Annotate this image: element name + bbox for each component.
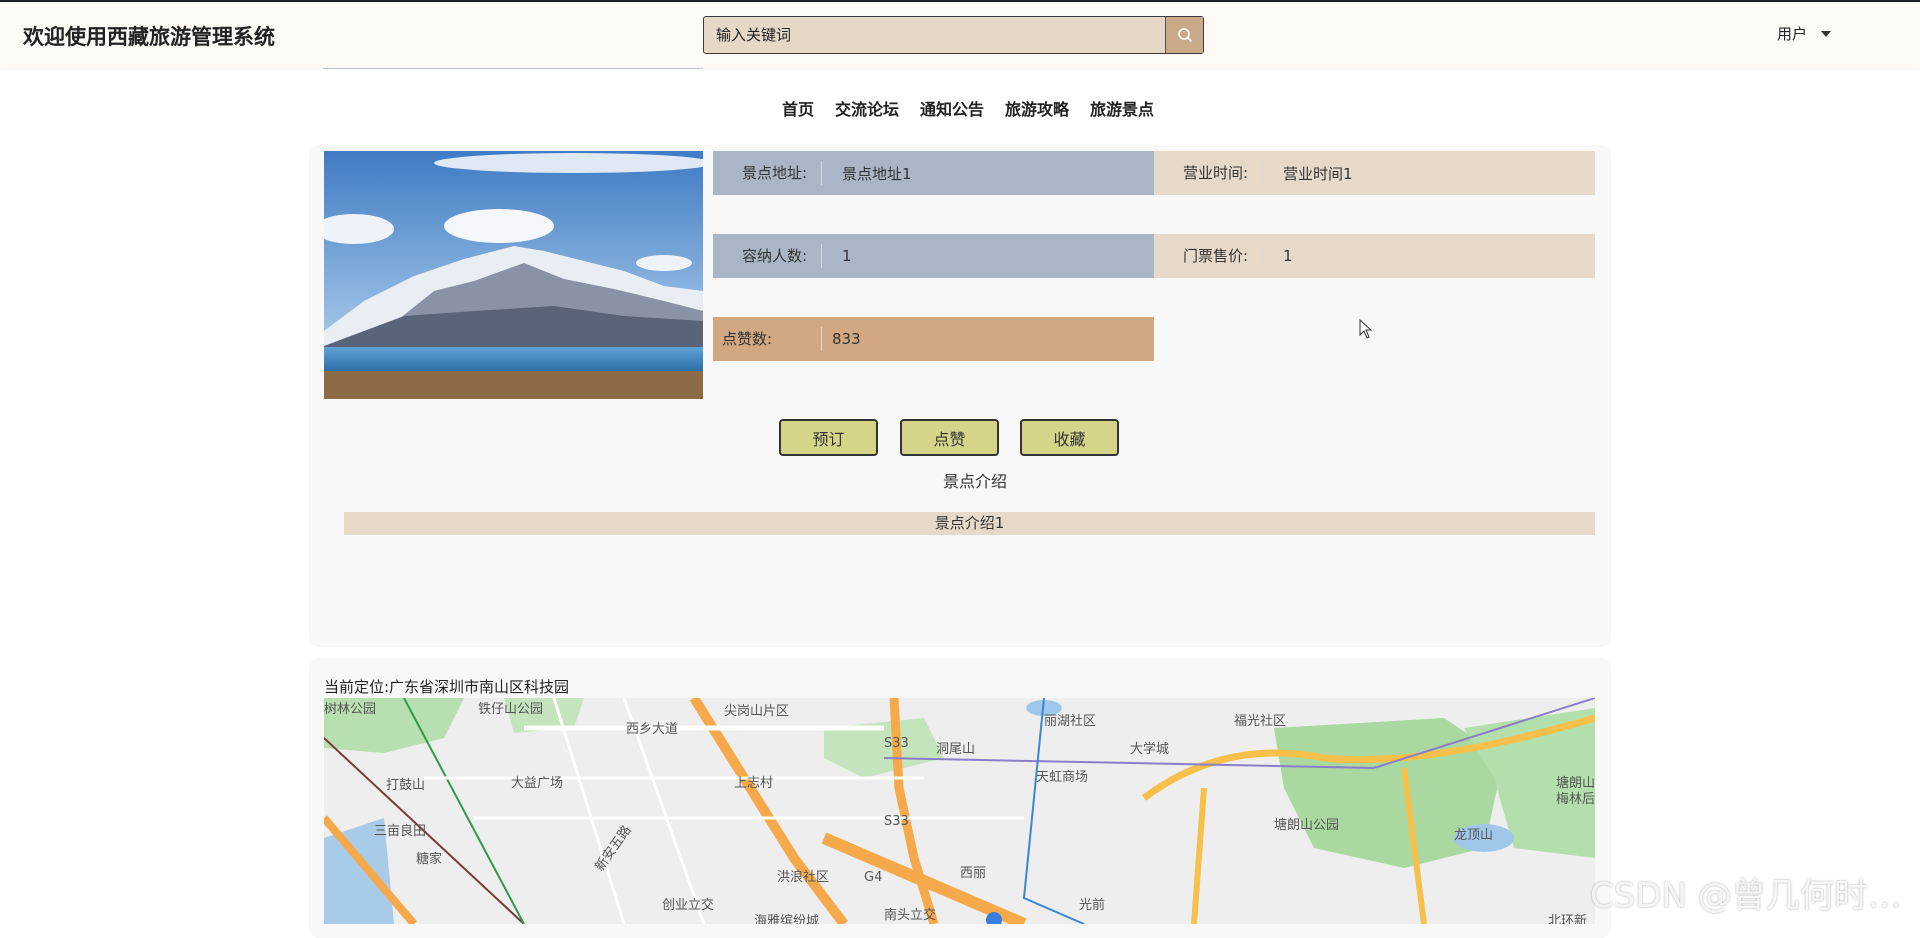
watermark: CSDN @曾几何时… xyxy=(1590,876,1902,916)
map-label: 糖家 xyxy=(416,852,443,867)
map-label: 梅林后 xyxy=(1556,792,1595,807)
top-bar: 欢迎使用西藏旅游管理系统 用户 xyxy=(0,0,1920,68)
field-ticket-price: 门票售价: 1 xyxy=(1154,234,1595,278)
field-capacity: 容纳人数: 1 xyxy=(713,234,1154,278)
map-label: 北环新 xyxy=(1548,914,1588,924)
map-label: 三亩良田 xyxy=(374,824,427,839)
map-label: G4 xyxy=(864,870,883,885)
field-capacity-value: 1 xyxy=(842,247,852,265)
main-nav: 首页 交流论坛 通知公告 旅游攻略 旅游景点 xyxy=(0,96,1920,120)
nav-item-notices[interactable]: 通知公告 xyxy=(920,96,984,120)
attraction-photo xyxy=(324,151,703,399)
mouse-cursor-icon xyxy=(1359,319,1373,339)
map-label: 大益广场 xyxy=(511,776,564,791)
like-button[interactable]: 点赞 xyxy=(900,419,999,456)
map-view[interactable]: 树林公园 铁仔山公园 西乡大道 尖岗山片区 S33 洞尾山 丽湖社区 福光社区 … xyxy=(324,698,1595,924)
nav-item-home[interactable]: 首页 xyxy=(782,96,814,120)
map-label: 丽湖社区 xyxy=(1044,714,1097,729)
search-button[interactable] xyxy=(1165,17,1203,53)
field-hours-value: 营业时间1 xyxy=(1283,164,1353,183)
site-title: 欢迎使用西藏旅游管理系统 xyxy=(23,25,275,49)
search-icon xyxy=(1177,28,1192,43)
map-label: 树林公园 xyxy=(324,702,377,717)
field-hours: 营业时间: 营业时间1 xyxy=(1154,151,1595,195)
map-label: 龙顶山 xyxy=(1454,828,1494,843)
field-address: 景点地址: 景点地址1 xyxy=(713,151,1154,195)
favorite-button[interactable]: 收藏 xyxy=(1020,419,1119,456)
map-label: 洪浪社区 xyxy=(777,870,830,885)
field-ticket-price-label: 门票售价: xyxy=(1154,244,1263,268)
map-label: 南头立交 xyxy=(884,908,937,923)
intro-text: 景点介绍1 xyxy=(344,512,1595,535)
current-location: 当前定位:广东省深圳市南山区科技园 xyxy=(324,678,570,696)
map-label: 光前 xyxy=(1079,898,1106,913)
field-likes: 点赞数: 833 xyxy=(713,317,1154,361)
map-label: 大学城 xyxy=(1130,742,1170,757)
nav-item-guides[interactable]: 旅游攻略 xyxy=(1005,96,1069,120)
field-capacity-label: 容纳人数: xyxy=(713,244,822,268)
field-likes-value: 833 xyxy=(832,330,861,348)
map-label: 创业立交 xyxy=(662,898,715,913)
map-label: 西乡大道 xyxy=(626,722,679,737)
search-input[interactable] xyxy=(704,17,1165,53)
field-hours-label: 营业时间: xyxy=(1154,161,1263,185)
field-address-value: 景点地址1 xyxy=(842,164,912,183)
book-button[interactable]: 预订 xyxy=(779,419,878,456)
map-label: 打鼓山 xyxy=(386,778,426,793)
map-label: 塘朗山公园 xyxy=(1274,818,1340,833)
user-menu[interactable]: 用户 xyxy=(1777,23,1832,44)
map-label: 西丽 xyxy=(960,866,987,881)
map-label: 天虹商场 xyxy=(1036,770,1089,785)
map-label: S33 xyxy=(884,736,909,751)
nav-item-attractions[interactable]: 旅游景点 xyxy=(1090,96,1154,120)
field-likes-label: 点赞数: xyxy=(713,327,822,351)
map-label: 福光社区 xyxy=(1234,714,1287,729)
map-label: 海雅缤纷城 xyxy=(754,914,820,924)
user-label: 用户 xyxy=(1777,25,1808,43)
map-label: S33 xyxy=(884,814,909,829)
field-ticket-price-value: 1 xyxy=(1283,247,1293,265)
search-box xyxy=(703,16,1204,54)
intro-title: 景点介绍 xyxy=(942,472,1007,491)
nav-item-forum[interactable]: 交流论坛 xyxy=(835,96,899,120)
map-label: 上志村 xyxy=(734,776,774,791)
map-label: 铁仔山公园 xyxy=(478,702,544,717)
chevron-down-icon xyxy=(1821,30,1832,37)
field-address-label: 景点地址: xyxy=(713,161,822,185)
map-label: 洞尾山 xyxy=(936,742,976,757)
map-label: 尖岗山片区 xyxy=(724,704,790,719)
